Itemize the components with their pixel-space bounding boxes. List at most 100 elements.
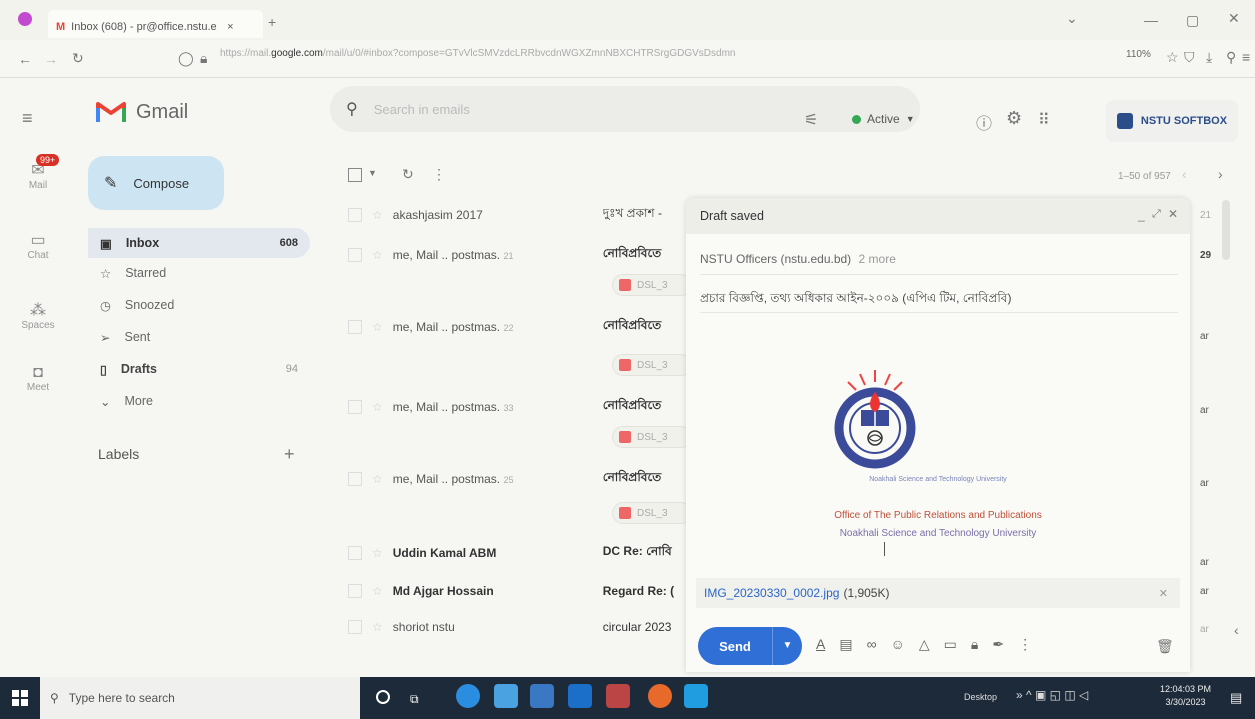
more-recipients[interactable]: 2 more	[859, 252, 896, 266]
main-menu-icon[interactable]: ≡	[22, 108, 33, 129]
ilovepdf-icon[interactable]	[606, 684, 630, 708]
app-icon[interactable]	[530, 684, 554, 708]
edge-icon[interactable]	[456, 684, 480, 708]
star-icon[interactable]: ☆	[372, 248, 383, 262]
star-icon[interactable]: ☆	[372, 584, 383, 598]
close-window-icon[interactable]: ✕	[1228, 10, 1240, 27]
star-icon[interactable]: ☆	[372, 472, 383, 486]
cortana-icon[interactable]	[376, 690, 390, 704]
star-icon[interactable]: ☆	[372, 320, 383, 334]
taskbar-search[interactable]: ⚲ Type here to search	[40, 677, 360, 719]
row-checkbox[interactable]	[348, 400, 362, 414]
new-tab-button[interactable]: +	[268, 14, 276, 30]
sidebar-item-starred[interactable]: ☆ Starred	[88, 258, 310, 288]
tab-list-chevron-icon[interactable]: ⌄	[1066, 10, 1078, 27]
sidebar-item-drafts[interactable]: ▯ Drafts 94	[88, 354, 310, 384]
attach-file-icon[interactable]: ▤	[839, 636, 852, 653]
sidebar-item-sent[interactable]: ➢ Sent	[88, 322, 310, 352]
back-icon[interactable]: ←	[18, 51, 32, 67]
compose-minimize-icon[interactable]: _	[1138, 208, 1145, 222]
minimize-icon[interactable]: —	[1144, 12, 1158, 28]
signature-pen-icon[interactable]: ✒	[992, 636, 1004, 653]
star-icon[interactable]: ☆	[372, 546, 383, 560]
pocket-icon[interactable]: ⛉	[1184, 49, 1195, 66]
attachment-chip[interactable]: DSL_3	[612, 274, 692, 296]
compose-expand-icon[interactable]: ⤢	[1152, 208, 1161, 221]
mail-app-icon[interactable]	[568, 684, 592, 708]
more-options-icon[interactable]: ⋮	[432, 166, 446, 183]
drive-icon[interactable]: △	[919, 636, 930, 653]
sidebar-item-more[interactable]: ⌄ More	[88, 386, 310, 416]
insert-link-icon[interactable]: ∞	[867, 636, 877, 653]
row-checkbox[interactable]	[348, 208, 362, 222]
scrollbar[interactable]	[1222, 200, 1230, 260]
row-checkbox[interactable]	[348, 248, 362, 262]
lock-icon[interactable]: 🔒︎	[200, 50, 207, 67]
status-selector[interactable]: Active ▼	[852, 112, 915, 126]
discard-draft-icon[interactable]: 🗑︎	[1156, 638, 1174, 655]
apps-grid-icon[interactable]: ⠿	[1038, 110, 1050, 130]
attachment-chip[interactable]: DSL_3	[612, 426, 692, 448]
attachment-chip[interactable]: DSL_3	[612, 502, 692, 524]
reload-icon[interactable]: ↻	[72, 50, 84, 67]
insert-photo-icon[interactable]: ▭	[944, 636, 957, 653]
compose-close-icon[interactable]: ✕	[1168, 207, 1178, 221]
tray-icons[interactable]: » ^ ▣ ◱ ◫ ◁	[1016, 688, 1088, 702]
search-icon[interactable]: ⚲	[346, 99, 358, 119]
compose-button[interactable]: ✎ Compose	[88, 156, 224, 210]
gmail-logo[interactable]: Gmail	[96, 100, 188, 124]
account-badge[interactable]: NSTU SOFTBOX	[1106, 100, 1238, 142]
photos-icon[interactable]	[684, 684, 708, 708]
url-field[interactable]: https://mail.google.com/mail/u/0/#inbox?…	[220, 48, 1030, 70]
select-dropdown-icon[interactable]: ▼	[368, 168, 377, 178]
row-checkbox[interactable]	[348, 546, 362, 560]
extensions-icon[interactable]: ⚲	[1226, 49, 1236, 66]
send-options-icon[interactable]: ▼	[772, 627, 802, 665]
row-checkbox[interactable]	[348, 620, 362, 634]
refresh-icon[interactable]: ↻	[402, 166, 414, 183]
search-input[interactable]: Search in emails	[374, 102, 470, 117]
zoom-level[interactable]: 110%	[1126, 49, 1151, 60]
next-page-icon[interactable]: ›	[1218, 166, 1223, 182]
browser-tab[interactable]: M Inbox (608) - pr@office.nstu.e ×	[48, 10, 263, 38]
attachment-chip[interactable]: DSL_3	[612, 354, 692, 376]
sidebar-item-inbox[interactable]: ▣ Inbox 608	[88, 228, 310, 258]
row-checkbox[interactable]	[348, 320, 362, 334]
search-options-icon[interactable]: ⚟	[804, 110, 818, 130]
confidential-lock-icon[interactable]: 🔒︎	[971, 636, 978, 653]
formatting-icon[interactable]: A	[816, 636, 825, 653]
help-icon[interactable]: ⓘ	[976, 110, 992, 134]
select-all-checkbox[interactable]	[348, 168, 362, 182]
tab-close-icon[interactable]: ×	[227, 21, 233, 33]
download-icon[interactable]: ⤓	[1206, 49, 1212, 66]
subject-field[interactable]: প্রচার বিজ্ঞপ্তি, তথ্য অধিকার আইন-২০০৯ (…	[700, 290, 1011, 310]
desktop-label[interactable]: Desktop	[964, 692, 997, 702]
settings-gear-icon[interactable]: ⚙	[1006, 108, 1022, 129]
task-view-icon[interactable]: ⧉	[410, 692, 419, 707]
taskbar-search-input[interactable]: Type here to search	[69, 691, 175, 705]
search-bar[interactable]: ⚲ Search in emails	[330, 86, 920, 132]
send-button[interactable]: Send ▼	[698, 627, 802, 665]
rail-meet[interactable]: ◘ Meet	[8, 364, 68, 393]
remove-attachment-icon[interactable]: ✕	[1159, 587, 1168, 600]
recipients-field[interactable]: NSTU Officers (nstu.edu.bd) 2 more	[700, 252, 896, 266]
firefox-taskbar-icon[interactable]	[648, 684, 672, 708]
clock[interactable]: 12:04:03 PM 3/30/2023	[1160, 683, 1211, 709]
add-label-button[interactable]: +	[284, 444, 295, 465]
sidebar-item-snoozed[interactable]: ◷ Snoozed	[88, 290, 310, 320]
row-checkbox[interactable]	[348, 584, 362, 598]
prev-page-icon[interactable]: ‹	[1182, 166, 1187, 182]
shield-icon[interactable]: ◯	[178, 50, 194, 67]
star-icon[interactable]: ☆	[372, 400, 383, 414]
forward-icon[interactable]: →	[44, 51, 58, 67]
windows-start-icon[interactable]	[12, 690, 28, 706]
store-icon[interactable]	[494, 684, 518, 708]
attachment-bar[interactable]: IMG_20230330_0002.jpg (1,905K) ✕	[696, 578, 1180, 608]
star-icon[interactable]: ☆	[372, 620, 383, 634]
notification-icon[interactable]: ▤	[1230, 690, 1242, 706]
rail-spaces[interactable]: ⁂ Spaces	[8, 300, 68, 331]
more-compose-options-icon[interactable]: ⋮	[1018, 636, 1032, 653]
star-icon[interactable]: ☆	[372, 208, 383, 222]
rail-chat[interactable]: ▭ Chat	[8, 230, 68, 261]
restore-icon[interactable]: ▢	[1186, 12, 1199, 29]
